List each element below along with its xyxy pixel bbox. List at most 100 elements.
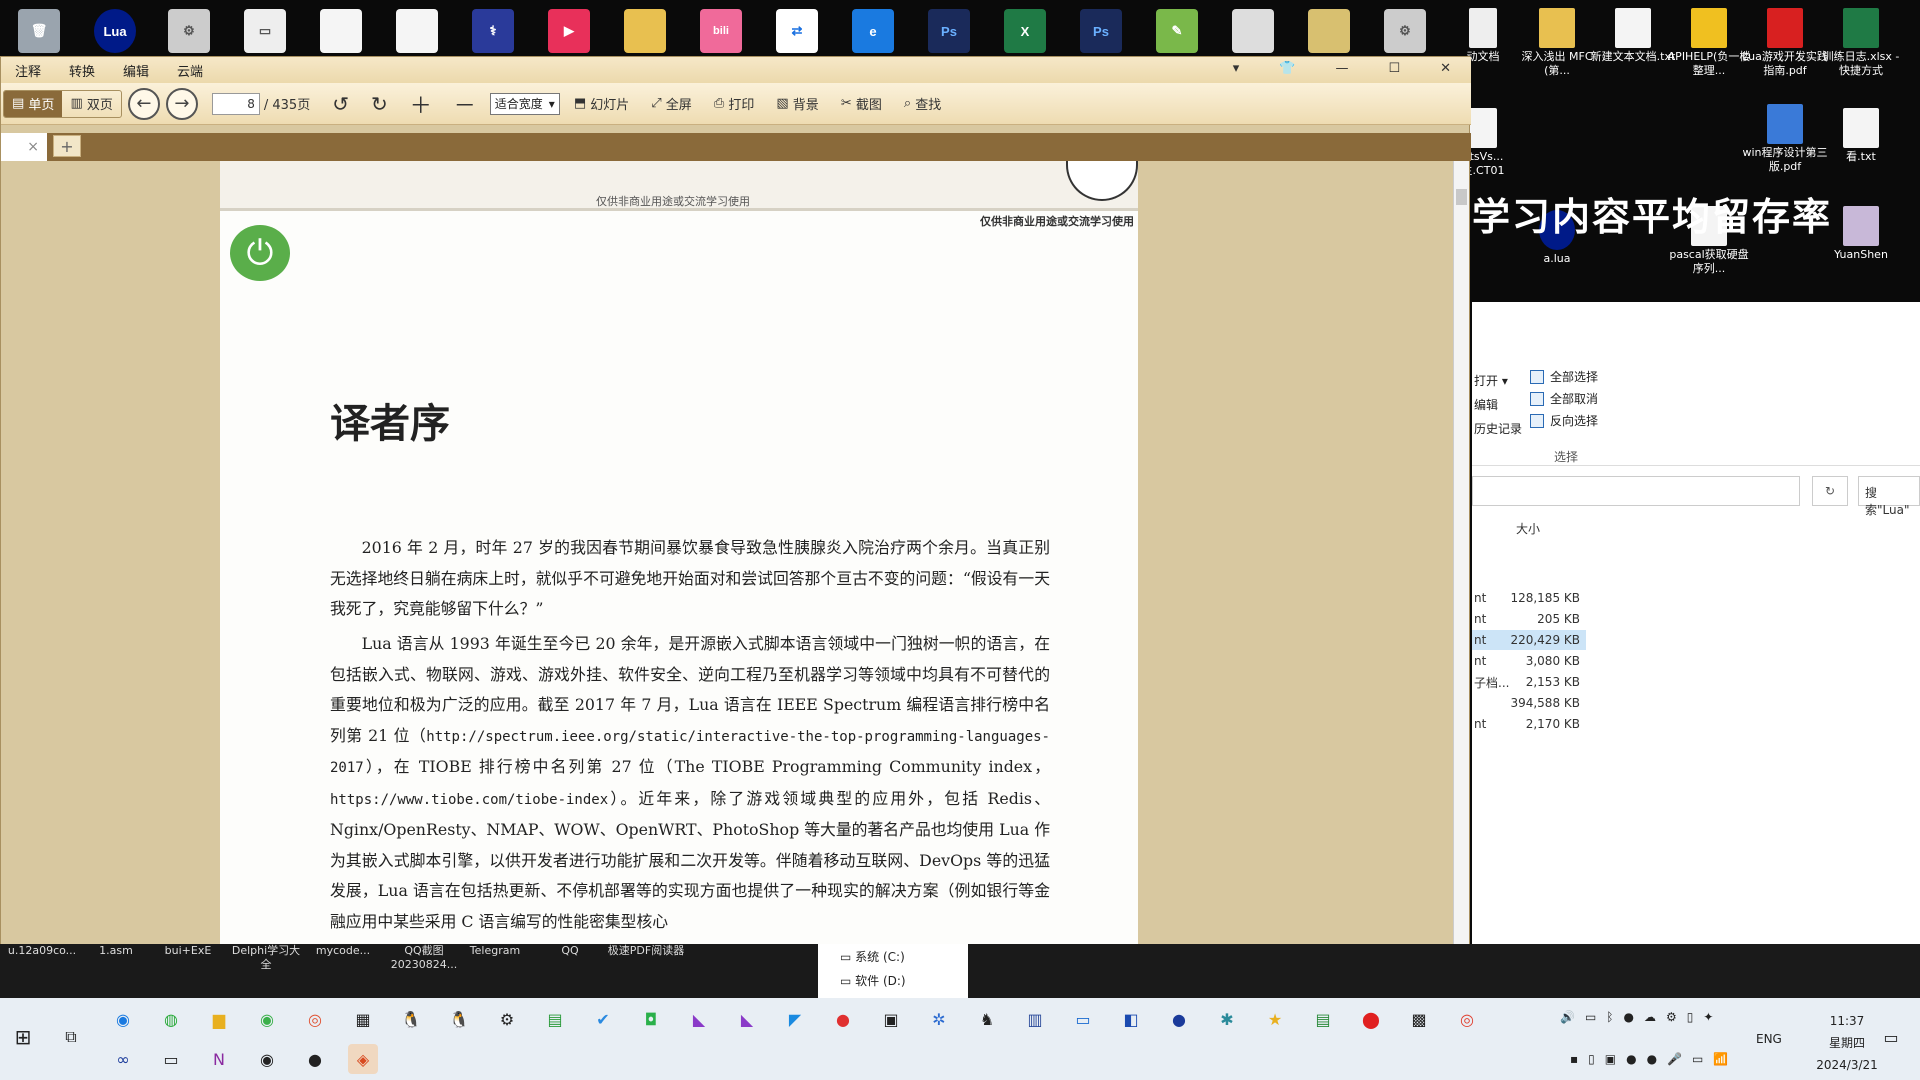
app-icon[interactable]: ▭: [156, 1044, 186, 1074]
app-icon[interactable]: ★: [1260, 1004, 1290, 1034]
qq-icon-2[interactable]: 🐧: [444, 1004, 474, 1034]
print-button[interactable]: ⎙ 打印: [706, 90, 763, 118]
desktop-icon-win-pdf[interactable]: win程序设计第三版.pdf: [1742, 104, 1828, 174]
tray-app-icon[interactable]: ●: [1647, 1052, 1657, 1066]
minimize-button[interactable]: —: [1321, 61, 1362, 76]
visual-studio-icon[interactable]: ◣: [684, 1004, 714, 1034]
app-icon[interactable]: ▤: [540, 1004, 570, 1034]
background-button[interactable]: ▧ 背景: [768, 90, 826, 118]
file-row[interactable]: 394,588 KB: [1472, 693, 1586, 713]
recycle-bin-icon[interactable]: 🗑: [14, 6, 64, 56]
invert-selection-button[interactable]: 反向选择: [1530, 412, 1598, 429]
app-icon[interactable]: ▣: [876, 1004, 906, 1034]
image-file-icon[interactable]: ▭: [240, 6, 290, 56]
document-tab[interactable]: ×: [1, 133, 47, 161]
notepad-app-icon[interactable]: ✎: [1152, 6, 1202, 56]
archive-icon[interactable]: [1228, 6, 1278, 56]
app-icon[interactable]: ▤: [1308, 1004, 1338, 1034]
vertical-scrollbar[interactable]: [1453, 161, 1469, 947]
app-icon[interactable]: ●: [828, 1004, 858, 1034]
tray-app-icon[interactable]: ✦: [1703, 1010, 1713, 1024]
file-row[interactable]: nt 205 KB: [1472, 609, 1586, 629]
app-icon[interactable]: ▦: [348, 1004, 378, 1034]
visual-studio-icon-2[interactable]: ◣: [732, 1004, 762, 1034]
qq-icon[interactable]: 🐧: [396, 1004, 426, 1034]
wechat-icon[interactable]: ◍: [156, 1004, 186, 1034]
desktop-icon-mfc[interactable]: 深入浅出 MFC (第...: [1514, 8, 1600, 78]
desktop-label[interactable]: mycode...: [308, 944, 378, 958]
double-page-button[interactable]: ▥ 双页: [62, 91, 120, 117]
task-view-icon[interactable]: ⧉: [56, 1022, 86, 1052]
tray-icons-row2[interactable]: ▪ ▯ ▣ ● ● 🎤 ▭ 📶: [1570, 1052, 1728, 1066]
settings-shortcut-icon[interactable]: ⚙: [164, 6, 214, 56]
new-tab-button[interactable]: +: [53, 135, 81, 157]
desktop-label[interactable]: u.12a09co...: [2, 944, 82, 958]
skin-icon[interactable]: 👕: [1265, 61, 1309, 76]
single-page-button[interactable]: ▤ 单页: [4, 90, 63, 117]
app-icon[interactable]: ✱: [1212, 1004, 1242, 1034]
pdf-reader-taskbar-icon[interactable]: ◈: [348, 1044, 378, 1074]
network-icon[interactable]: ▭: [1585, 1010, 1596, 1024]
tray-app-icon[interactable]: ▪: [1570, 1052, 1578, 1066]
file-row[interactable]: nt 3,080 KB: [1472, 651, 1586, 671]
app-icon[interactable]: ◘: [636, 1004, 666, 1034]
close-button[interactable]: ✕: [1426, 61, 1465, 76]
mic-icon[interactable]: 🎤: [1667, 1052, 1682, 1066]
clock[interactable]: 11:37 星期四 2024/3/21: [1814, 1010, 1880, 1076]
app-icon[interactable]: ∞: [108, 1044, 138, 1074]
file-row-selected[interactable]: nt 220,429 KB: [1472, 630, 1586, 650]
vscode-icon[interactable]: ◤: [780, 1004, 810, 1034]
desktop-icon-xlsx[interactable]: 训练日志.xlsx - 快捷方式: [1818, 8, 1904, 78]
media-app-icon[interactable]: ▶: [544, 6, 594, 56]
onenote-icon[interactable]: N: [204, 1044, 234, 1074]
desktop-icon-lua-pdf[interactable]: Lua游戏开发实践指南.pdf: [1742, 8, 1828, 78]
file-explorer-icon[interactable]: ▆: [204, 1004, 234, 1034]
chrome-icon[interactable]: ◎: [300, 1004, 330, 1034]
tray-app-icon[interactable]: ▣: [1605, 1052, 1616, 1066]
bilibili-icon[interactable]: bili: [696, 6, 746, 56]
desktop-icon-apihelp[interactable]: APIHELP(负一楼整理...: [1666, 8, 1752, 78]
refresh-icon[interactable]: ↻: [1812, 476, 1848, 506]
app-icon[interactable]: ⚙: [492, 1004, 522, 1034]
language-indicator[interactable]: ENG: [1756, 1032, 1782, 1046]
volume-icon[interactable]: 🔊: [1560, 1010, 1575, 1024]
zoom-out-icon[interactable]: －: [446, 90, 484, 119]
tray-app-icon[interactable]: ⚙: [1666, 1010, 1677, 1024]
record-icon[interactable]: ⬤: [1356, 1004, 1386, 1034]
folder-icon[interactable]: [620, 6, 670, 56]
tray-app-icon[interactable]: ●: [1626, 1052, 1636, 1066]
battery-icon[interactable]: ▯: [1687, 1010, 1694, 1024]
file-row[interactable]: 子档... 2,153 KB: [1472, 672, 1586, 692]
desktop-label[interactable]: 1.asm: [86, 944, 146, 958]
edge-icon[interactable]: ◉: [108, 1004, 138, 1034]
file-row[interactable]: nt 128,185 KB: [1472, 588, 1586, 608]
tray-app-icon[interactable]: ▯: [1588, 1052, 1595, 1066]
bluetooth-icon[interactable]: ᛒ: [1606, 1010, 1613, 1024]
close-tab-icon[interactable]: ×: [27, 139, 39, 155]
zoom-mode-select[interactable]: 适合宽度 ▾: [489, 92, 560, 115]
file-row[interactable]: nt 2,170 KB: [1472, 714, 1586, 734]
photoshop-icon[interactable]: Ps: [924, 6, 974, 56]
app-icon[interactable]: ▥: [1020, 1004, 1050, 1034]
photoshop-icon-2[interactable]: Ps: [1076, 6, 1126, 56]
rotate-right-icon[interactable]: ↻: [363, 90, 396, 118]
address-bar[interactable]: [1472, 476, 1800, 506]
rotate-left-icon[interactable]: ↺: [324, 90, 357, 118]
menu-annotate[interactable]: 注释: [1, 61, 55, 80]
excel-icon[interactable]: X: [1000, 6, 1050, 56]
teamviewer-icon[interactable]: ⇄: [772, 6, 822, 56]
open-button[interactable]: 打开 ▾: [1474, 372, 1508, 389]
app-icon[interactable]: ▭: [1068, 1004, 1098, 1034]
desktop-label[interactable]: Delphi学习大全: [228, 944, 304, 972]
archive-icon-2[interactable]: [1304, 6, 1354, 56]
blank-file-icon-2[interactable]: [392, 6, 442, 56]
tray-app-icon[interactable]: ☁: [1644, 1010, 1656, 1024]
maximize-button[interactable]: ☐: [1374, 61, 1414, 76]
screenshot-button[interactable]: ✂ 截图: [833, 90, 890, 118]
history-button[interactable]: 历史记录: [1474, 420, 1522, 437]
settings-shortcut-icon-2[interactable]: ⚙: [1380, 6, 1430, 56]
select-none-button[interactable]: 全部取消: [1530, 390, 1598, 407]
page-number-input[interactable]: 8: [211, 92, 260, 115]
desktop-label[interactable]: 极速PDF阅读器: [604, 944, 688, 958]
scroll-thumb[interactable]: [1456, 189, 1467, 205]
